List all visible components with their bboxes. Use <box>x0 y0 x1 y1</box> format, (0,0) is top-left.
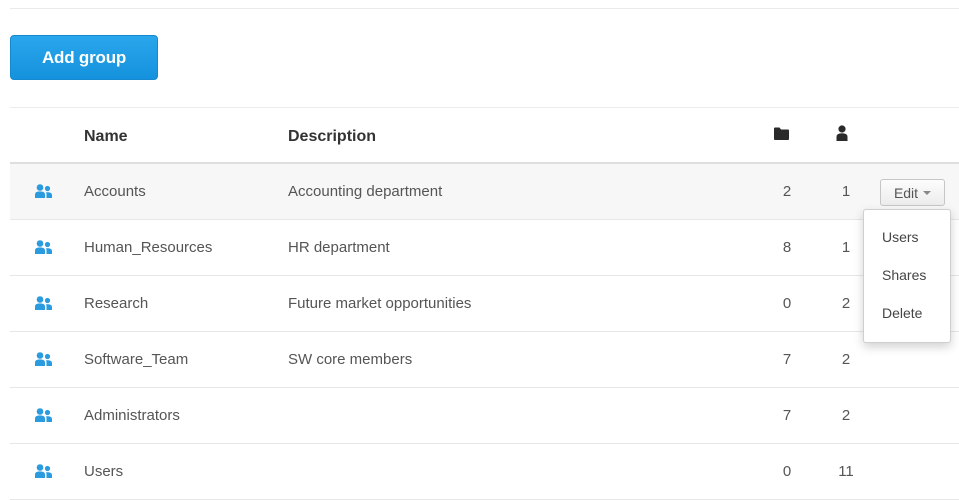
share-count: 0 <box>782 295 792 312</box>
group-icon <box>35 352 53 370</box>
group-name: Research <box>84 295 149 312</box>
share-count: 0 <box>782 463 792 480</box>
table-row[interactable]: Administrators 7 2 <box>10 388 959 444</box>
group-icon <box>35 184 53 202</box>
share-count: 7 <box>782 351 792 368</box>
group-description: Accounting department <box>288 183 443 200</box>
table-row[interactable]: Accounts Accounting department 2 1 Edit <box>10 164 959 220</box>
share-count: 8 <box>782 239 792 256</box>
user-count: 2 <box>841 407 851 424</box>
chevron-down-icon <box>923 190 932 195</box>
group-icon <box>35 464 53 482</box>
user-count: 1 <box>841 239 851 256</box>
group-name: Administrators <box>84 407 180 424</box>
column-header-name[interactable]: Name <box>84 128 128 146</box>
user-count: 1 <box>841 183 851 200</box>
group-description: SW core members <box>288 351 413 368</box>
person-icon <box>836 125 848 146</box>
menu-item-delete[interactable]: Delete <box>864 303 950 341</box>
group-name: Users <box>84 463 124 480</box>
group-description: HR department <box>288 239 390 256</box>
table-row[interactable]: Research Future market opportunities 0 2 <box>10 276 959 332</box>
groups-table: Name Description Accounts Accounting dep… <box>10 107 959 500</box>
group-description: Future market opportunities <box>288 295 472 312</box>
share-count: 2 <box>782 183 792 200</box>
column-header-description[interactable]: Description <box>288 128 376 146</box>
folder-icon <box>774 127 789 145</box>
user-count: 2 <box>841 351 851 368</box>
top-divider <box>10 8 959 9</box>
edit-label: Edit <box>893 184 919 201</box>
share-count: 7 <box>782 407 792 424</box>
table-header: Name Description <box>10 108 959 164</box>
add-group-button[interactable]: Add group <box>10 35 158 80</box>
group-name: Accounts <box>84 183 146 200</box>
edit-dropdown-menu: Users Shares Delete <box>863 209 951 343</box>
table-row[interactable]: Software_Team SW core members 7 2 <box>10 332 959 388</box>
edit-dropdown-button[interactable]: Edit <box>880 179 945 206</box>
table-row[interactable]: Users 0 11 <box>10 444 959 500</box>
group-icon <box>35 240 53 258</box>
group-name: Human_Resources <box>84 239 213 256</box>
menu-item-users[interactable]: Users <box>864 227 950 265</box>
table-row[interactable]: Human_Resources HR department 8 1 <box>10 220 959 276</box>
user-count: 2 <box>841 295 851 312</box>
user-count: 11 <box>838 463 854 480</box>
menu-item-shares[interactable]: Shares <box>864 265 950 303</box>
group-icon <box>35 408 53 426</box>
group-name: Software_Team <box>84 351 189 368</box>
group-icon <box>35 296 53 314</box>
